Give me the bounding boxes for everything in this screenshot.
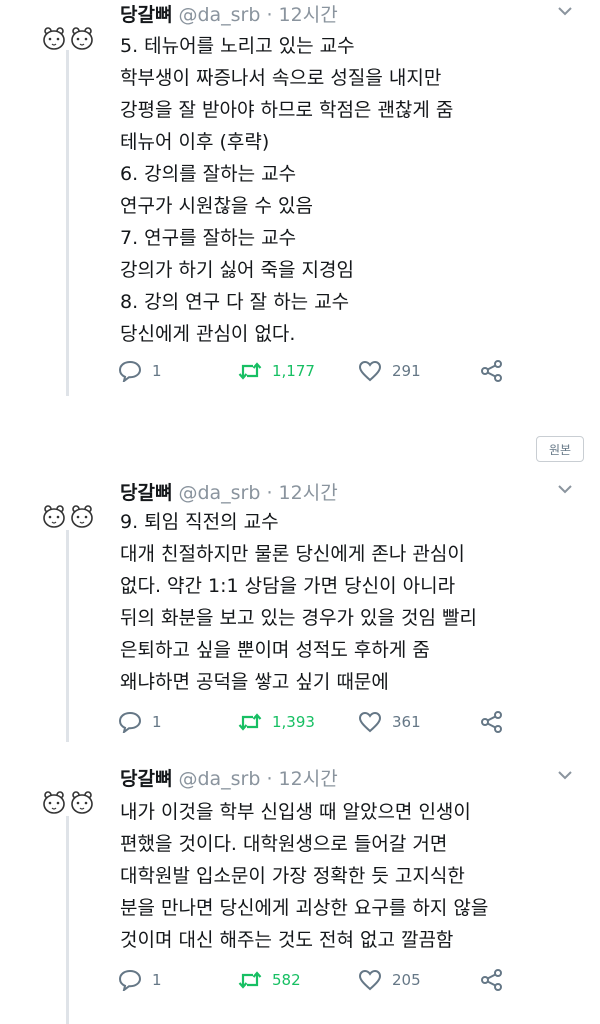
reply-icon (118, 969, 142, 991)
display-name[interactable]: 당갈뼈 (120, 768, 172, 790)
reply-button[interactable]: 1 (118, 360, 162, 382)
display-name[interactable]: 당갈뼈 (120, 482, 172, 504)
tweet[interactable]: 당갈뼈 @da_srb · 12시간 내가 이것을 학부 신입생 때 알았으면 인… (0, 764, 600, 1024)
display-name[interactable]: 당갈뼈 (120, 4, 172, 26)
reply-button[interactable]: 1 (118, 711, 162, 733)
tweet-actions: 1 582 205 (118, 969, 558, 995)
retweet-button[interactable]: 582 (238, 969, 301, 991)
original-button[interactable]: 원본 (536, 436, 584, 462)
like-count: 361 (392, 713, 421, 731)
two-bear-avatar-icon[interactable] (40, 504, 96, 528)
tweet-header: 당갈뼈 @da_srb · 12시간 (120, 764, 338, 791)
retweet-icon (238, 969, 262, 991)
tweet-text: 9. 퇴임 직전의 교수 대개 친절하지만 물론 당신에게 존나 관심이 없다.… (120, 511, 477, 693)
thread-line (66, 816, 69, 1024)
thread-line (66, 50, 69, 396)
share-icon (480, 969, 504, 991)
chevron-down-icon[interactable] (556, 482, 574, 496)
tweet-header: 당갈뼈 @da_srb · 12시간 (120, 0, 338, 27)
chevron-down-icon[interactable] (556, 768, 574, 782)
retweet-count: 1,177 (272, 362, 315, 380)
reply-icon (118, 360, 142, 382)
tweet-text: 5. 테뉴어를 노리고 있는 교수 학부생이 짜증나서 속으로 성질을 내지만 … (120, 35, 454, 345)
thread-line (66, 530, 69, 742)
heart-icon (358, 711, 382, 733)
tweet-actions: 1 1,393 361 (118, 711, 558, 737)
share-button[interactable] (480, 969, 514, 991)
handle-and-time[interactable]: @da_srb · 12시간 (178, 768, 337, 790)
retweet-count: 582 (272, 971, 301, 989)
retweet-icon (238, 711, 262, 733)
reply-count: 1 (152, 713, 162, 731)
retweet-count: 1,393 (272, 713, 315, 731)
handle-and-time[interactable]: @da_srb · 12시간 (178, 482, 337, 504)
retweet-button[interactable]: 1,393 (238, 711, 315, 733)
retweet-button[interactable]: 1,177 (238, 360, 315, 382)
two-bear-avatar-icon[interactable] (40, 26, 96, 50)
tweet[interactable]: 당갈뼈 @da_srb · 12시간 5. 테뉴어를 노리고 있는 교수 학부생이… (0, 0, 600, 400)
tweet[interactable]: 당갈뼈 @da_srb · 12시간 9. 퇴임 직전의 교수 대개 친절하지만 … (0, 478, 600, 746)
reply-count: 1 (152, 362, 162, 380)
like-count: 205 (392, 971, 421, 989)
like-count: 291 (392, 362, 421, 380)
like-button[interactable]: 291 (358, 360, 421, 382)
two-bear-avatar-icon[interactable] (40, 790, 96, 814)
share-button[interactable] (480, 360, 514, 382)
heart-icon (358, 969, 382, 991)
like-button[interactable]: 205 (358, 969, 421, 991)
share-icon (480, 711, 504, 733)
retweet-icon (238, 360, 262, 382)
tweet-header: 당갈뼈 @da_srb · 12시간 (120, 478, 338, 505)
handle-and-time[interactable]: @da_srb · 12시간 (178, 4, 337, 26)
chevron-down-icon[interactable] (556, 4, 574, 18)
tweet-text: 내가 이것을 학부 신입생 때 알았으면 인생이 편했을 것이다. 대학원생으로… (120, 801, 489, 951)
heart-icon (358, 360, 382, 382)
share-icon (480, 360, 504, 382)
reply-button[interactable]: 1 (118, 969, 162, 991)
like-button[interactable]: 361 (358, 711, 421, 733)
reply-icon (118, 711, 142, 733)
reply-count: 1 (152, 971, 162, 989)
tweet-actions: 1 1,177 291 (118, 360, 558, 386)
share-button[interactable] (480, 711, 514, 733)
